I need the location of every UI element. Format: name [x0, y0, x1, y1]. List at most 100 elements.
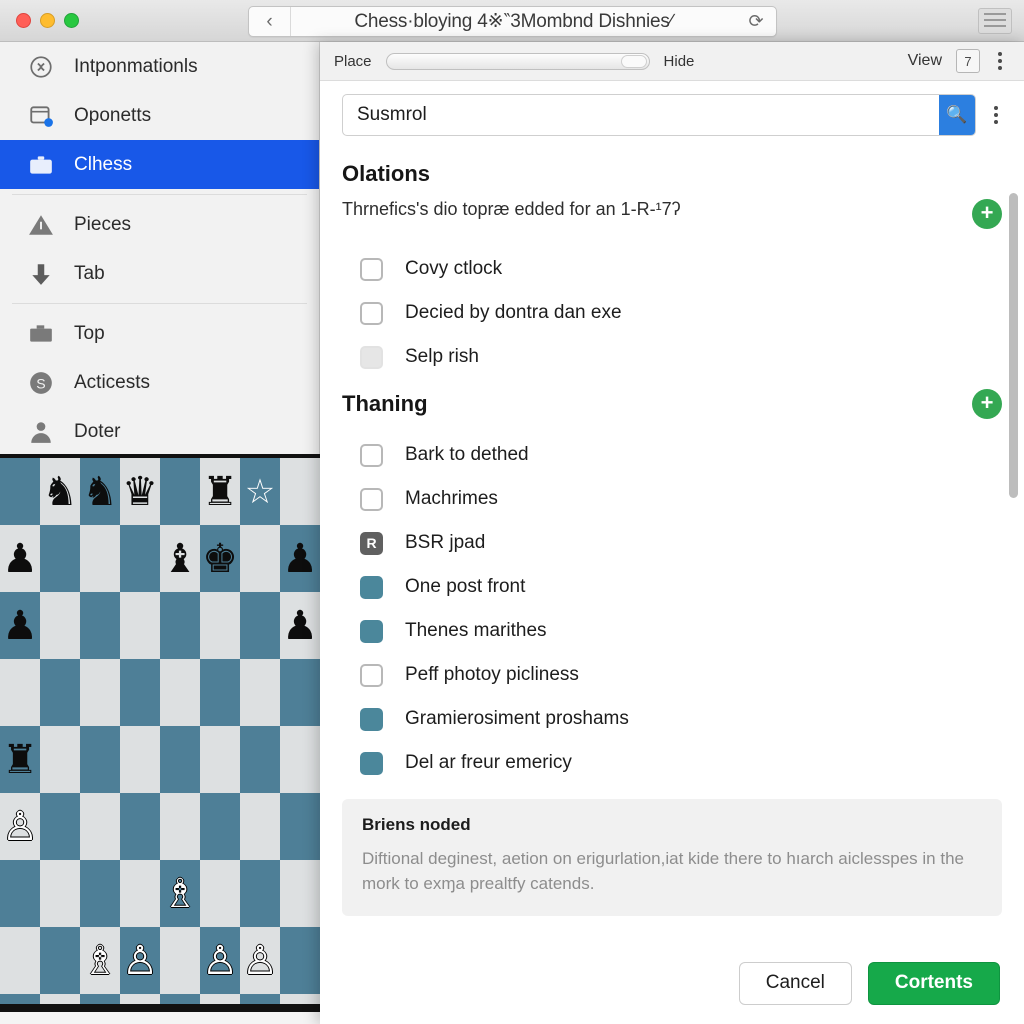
search-icon[interactable]: 🔍	[939, 95, 975, 135]
chess-piece[interactable]: ♙	[0, 793, 40, 860]
view-label[interactable]: View	[908, 52, 942, 70]
sidebar-item-top[interactable]: Top	[0, 309, 319, 358]
search-box[interactable]: 🔍	[342, 94, 976, 136]
checkbox-row[interactable]: One post front	[342, 565, 1002, 609]
reload-icon[interactable]: ⟳	[736, 11, 776, 32]
board-square[interactable]	[240, 793, 280, 860]
board-square[interactable]	[80, 726, 120, 793]
sidebar-item-tab[interactable]: Tab	[0, 249, 319, 298]
board-square[interactable]	[200, 860, 240, 927]
chess-piece[interactable]: ♙	[200, 927, 240, 994]
board-square[interactable]	[0, 659, 40, 726]
board-square[interactable]: ♟	[0, 525, 40, 592]
board-square[interactable]: ♜	[200, 458, 240, 525]
checkbox-on[interactable]	[360, 707, 383, 731]
checkbox-on[interactable]	[360, 619, 383, 643]
checkbox-row[interactable]: R BSR jpad	[342, 521, 1002, 565]
board-square[interactable]	[80, 525, 120, 592]
checkbox-row[interactable]: Decied by dontra dan exe	[342, 291, 1002, 335]
board-square[interactable]: ♟	[280, 525, 320, 592]
chess-board[interactable]: ♞♞♛♜☆♟♝♚♟♟♟♜♙♗♗♙♙♙♕♖	[0, 458, 320, 1012]
chess-piece[interactable]: ♟	[0, 525, 40, 592]
board-square[interactable]	[280, 458, 320, 525]
search-input[interactable]	[343, 104, 939, 126]
board-square[interactable]	[280, 659, 320, 726]
board-square[interactable]: ☆	[240, 458, 280, 525]
chess-piece[interactable]: ♜	[0, 726, 40, 793]
board-square[interactable]	[40, 860, 80, 927]
checkbox-off[interactable]	[360, 301, 383, 325]
checkbox-on[interactable]	[360, 575, 383, 599]
board-square[interactable]	[40, 793, 80, 860]
slider-knob[interactable]	[620, 54, 647, 68]
chess-piece[interactable]: ♟	[0, 592, 40, 659]
board-square[interactable]	[160, 793, 200, 860]
board-square[interactable]	[240, 726, 280, 793]
chess-piece[interactable]: ♚	[200, 525, 240, 592]
board-square[interactable]: ♛	[120, 458, 160, 525]
board-square[interactable]	[200, 659, 240, 726]
board-square[interactable]	[120, 793, 160, 860]
board-square[interactable]: ♟	[0, 592, 40, 659]
sidebar-item-pieces[interactable]: Pieces	[0, 200, 319, 249]
plus-circle-icon[interactable]: +	[972, 389, 1002, 419]
checkbox-row[interactable]: Covy ctlock	[342, 247, 1002, 291]
traffic-lights[interactable]	[16, 13, 79, 28]
board-square[interactable]	[40, 592, 80, 659]
board-square[interactable]	[240, 525, 280, 592]
checkbox-row[interactable]: Bark to dethed	[342, 433, 1002, 477]
board-square[interactable]	[240, 592, 280, 659]
sidebar-item-oponetts[interactable]: Oponetts	[0, 91, 319, 140]
board-square[interactable]: ♞	[40, 458, 80, 525]
board-square[interactable]	[0, 860, 40, 927]
minimize-window-button[interactable]	[40, 13, 55, 28]
board-square[interactable]	[200, 793, 240, 860]
board-square[interactable]	[240, 659, 280, 726]
board-square[interactable]	[120, 726, 160, 793]
chess-piece[interactable]: ♙	[240, 927, 280, 994]
board-square[interactable]	[0, 927, 40, 994]
board-square[interactable]	[160, 592, 200, 659]
board-square[interactable]: ♞	[80, 458, 120, 525]
board-square[interactable]	[40, 927, 80, 994]
chess-piece[interactable]: ♛	[120, 458, 160, 525]
checkbox-on[interactable]	[360, 751, 383, 775]
board-square[interactable]	[160, 659, 200, 726]
checkbox-row[interactable]: Thenes marithes	[342, 609, 1002, 653]
hide-label[interactable]: Hide	[664, 53, 695, 70]
window-layout-icon[interactable]	[978, 8, 1012, 34]
chess-piece[interactable]: ☆	[240, 458, 280, 525]
checkbox-off[interactable]	[360, 487, 383, 511]
chess-piece[interactable]: ♗	[160, 860, 200, 927]
sidebar-item-acticests[interactable]: S Acticests	[0, 358, 319, 407]
board-square[interactable]: ♙	[120, 927, 160, 994]
board-square[interactable]	[280, 860, 320, 927]
chess-piece[interactable]: ♙	[120, 927, 160, 994]
place-slider[interactable]	[385, 52, 650, 70]
board-square[interactable]	[120, 592, 160, 659]
board-square[interactable]	[80, 592, 120, 659]
board-square[interactable]	[0, 458, 40, 525]
checkbox-row[interactable]: Selp rish	[342, 335, 1002, 379]
search-kebab-menu-icon[interactable]	[994, 106, 1000, 124]
horizontal-scrollbar[interactable]	[0, 1004, 320, 1012]
sidebar-item-intponmationls[interactable]: Intponmationls	[0, 42, 319, 91]
board-square[interactable]: ♜	[0, 726, 40, 793]
board-square[interactable]: ♗	[80, 927, 120, 994]
checkbox-row[interactable]: Peff photoy picliness	[342, 653, 1002, 697]
board-square[interactable]: ♟	[280, 592, 320, 659]
close-window-button[interactable]	[16, 13, 31, 28]
vertical-scrollbar[interactable]	[1009, 193, 1018, 498]
board-square[interactable]	[160, 458, 200, 525]
plus-circle-icon[interactable]: +	[972, 199, 1002, 229]
checkbox-row[interactable]: Gramierosiment proshams	[342, 697, 1002, 741]
chess-piece[interactable]: ♞	[80, 458, 120, 525]
checkbox-off[interactable]	[360, 663, 383, 687]
confirm-button[interactable]: Cortents	[867, 961, 1000, 1005]
board-square[interactable]: ♙	[240, 927, 280, 994]
board-square[interactable]	[40, 726, 80, 793]
checkbox-off[interactable]	[360, 257, 383, 281]
board-square[interactable]: ♙	[200, 927, 240, 994]
chess-piece[interactable]: ♟	[280, 525, 320, 592]
cancel-button[interactable]: Cancel	[738, 961, 852, 1005]
